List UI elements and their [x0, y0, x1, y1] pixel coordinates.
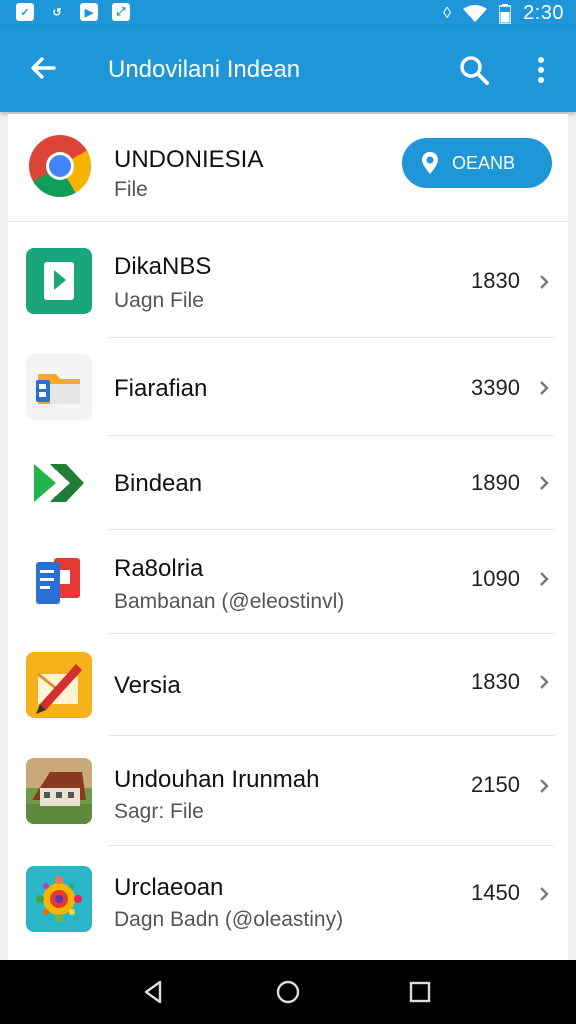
chevron-right-icon: [540, 381, 549, 395]
folder-icon: [26, 354, 92, 420]
play-arrow-icon: [26, 450, 92, 516]
app-bar: Undovilani Indean: [0, 26, 576, 112]
list-item[interactable]: Urclaeoan Dagn Badn (@oleastiny) 1450: [8, 846, 568, 956]
notification-icon-3: ▶: [80, 3, 98, 21]
item-name: Versia: [114, 672, 181, 699]
item-name: Undouhan Irunmah: [114, 766, 320, 793]
notification-icons: ✓ ↺ ▶ ⤢: [16, 3, 130, 21]
arrow-left-icon[interactable]: [26, 50, 62, 86]
item-subtitle: Sagr: File: [114, 800, 204, 823]
item-subtitle: Dagn Badn (@oleastiny): [114, 908, 344, 931]
nav-back-icon[interactable]: [138, 976, 170, 1008]
item-value: 1830: [471, 268, 520, 293]
chevron-right-icon: [540, 275, 549, 289]
item-value: 1450: [471, 880, 520, 905]
notification-icon-2: ↺: [52, 6, 62, 19]
page-title: Undovilani Indean: [108, 56, 301, 83]
list-item[interactable]: DikaNBS Uagn File 1830: [8, 222, 568, 338]
item-value: 3390: [471, 375, 520, 400]
list-item[interactable]: Bindean 1890: [8, 436, 568, 530]
app-green-icon: [26, 248, 92, 314]
vibrate-icon: ◊: [443, 4, 452, 22]
battery-icon: [499, 3, 512, 24]
nav-recents-icon[interactable]: [404, 976, 436, 1008]
item-name: DikaNBS: [114, 253, 212, 280]
item-name: Fiarafian: [114, 375, 208, 402]
document-icon: [26, 548, 92, 614]
header-title: UNDONIESIA: [114, 146, 264, 173]
item-name: Ra8olria: [114, 555, 204, 582]
chevron-right-icon: [540, 887, 549, 901]
list-item[interactable]: Undouhan Irunmah Sagr: File 2150: [8, 736, 568, 846]
notification-icon-4: ⤢: [112, 3, 130, 21]
chevron-right-icon: [540, 675, 549, 689]
pencil-icon: [26, 652, 92, 718]
notification-icon-1: ✓: [16, 3, 34, 21]
gallery-icon: [26, 866, 92, 932]
header-subtitle: File: [114, 178, 148, 201]
header-row: UNDONIESIA File OEANB: [8, 114, 568, 222]
chevron-right-icon: [540, 779, 549, 793]
header-action-button[interactable]: OEANB: [402, 138, 552, 188]
item-value: 1830: [471, 669, 520, 694]
item-value: 2150: [471, 772, 520, 797]
search-icon[interactable]: [456, 52, 492, 88]
clock: 2:30: [523, 2, 564, 24]
location-pin-icon: [422, 152, 438, 174]
item-value: 1090: [471, 566, 520, 591]
status-bar: ✓ ↺ ▶ ⤢ ◊ 2:30: [0, 0, 576, 26]
chevron-right-icon: [540, 476, 549, 490]
item-name: Bindean: [114, 470, 203, 497]
item-subtitle: Uagn File: [114, 289, 204, 312]
list-item[interactable]: Versia 1830: [8, 634, 568, 736]
more-vert-icon[interactable]: [526, 52, 556, 88]
wifi-icon: [463, 4, 488, 22]
nav-home-icon[interactable]: [272, 976, 304, 1008]
content-card: UNDONIESIA File OEANB DikaNBS Uagn File …: [8, 114, 568, 960]
chevron-right-icon: [540, 572, 549, 586]
item-value: 1890: [471, 470, 520, 495]
header-action-label: OEANB: [452, 152, 516, 173]
item-name: Urclaeoan: [114, 874, 224, 901]
navigation-bar: [0, 960, 576, 1024]
chrome-icon: [29, 135, 91, 197]
list-item[interactable]: Fiarafian 3390: [8, 338, 568, 436]
list-item[interactable]: Ra8olria Bambanan (@eleostinvl) 1090: [8, 530, 568, 634]
item-subtitle: Bambanan (@eleostinvl): [114, 590, 345, 613]
house-photo-icon: [26, 758, 92, 824]
